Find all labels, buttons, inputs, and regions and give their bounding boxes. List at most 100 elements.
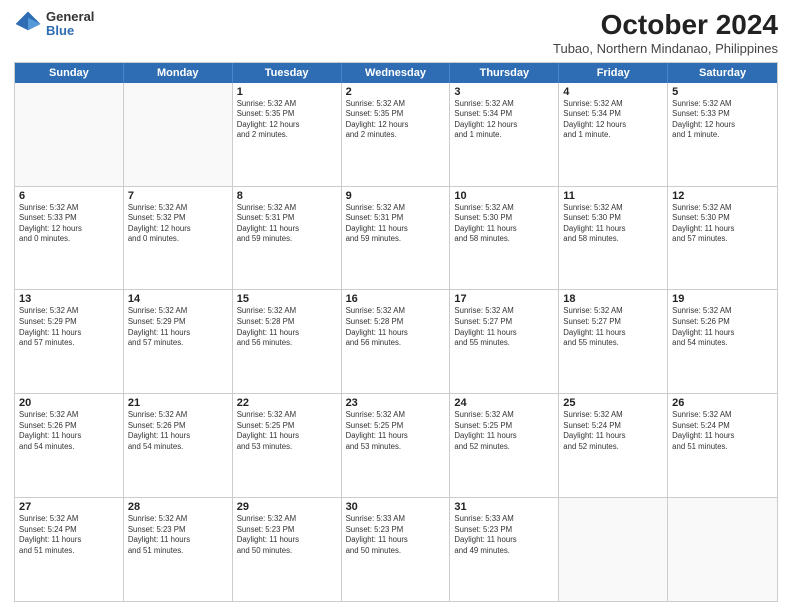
cell-day-number: 23 [346, 397, 446, 409]
cal-cell-4-5: 24Sunrise: 5:32 AM Sunset: 5:25 PM Dayli… [450, 394, 559, 497]
title-month: October 2024 [553, 10, 778, 41]
cell-info: Sunrise: 5:32 AM Sunset: 5:24 PM Dayligh… [19, 514, 119, 556]
cell-info: Sunrise: 5:32 AM Sunset: 5:28 PM Dayligh… [237, 306, 337, 348]
calendar-body: 1Sunrise: 5:32 AM Sunset: 5:35 PM Daylig… [15, 83, 777, 601]
header-day-wednesday: Wednesday [342, 63, 451, 83]
cal-cell-1-6: 4Sunrise: 5:32 AM Sunset: 5:34 PM Daylig… [559, 83, 668, 186]
cal-cell-5-3: 29Sunrise: 5:32 AM Sunset: 5:23 PM Dayli… [233, 498, 342, 601]
cell-day-number: 28 [128, 501, 228, 513]
cell-info: Sunrise: 5:32 AM Sunset: 5:33 PM Dayligh… [672, 99, 773, 141]
cal-cell-4-4: 23Sunrise: 5:32 AM Sunset: 5:25 PM Dayli… [342, 394, 451, 497]
cell-info: Sunrise: 5:32 AM Sunset: 5:29 PM Dayligh… [19, 306, 119, 348]
cal-cell-5-4: 30Sunrise: 5:33 AM Sunset: 5:23 PM Dayli… [342, 498, 451, 601]
cal-cell-3-5: 17Sunrise: 5:32 AM Sunset: 5:27 PM Dayli… [450, 290, 559, 393]
cell-info: Sunrise: 5:32 AM Sunset: 5:35 PM Dayligh… [237, 99, 337, 141]
cal-cell-2-2: 7Sunrise: 5:32 AM Sunset: 5:32 PM Daylig… [124, 187, 233, 290]
logo-text: General Blue [46, 10, 94, 39]
cal-cell-4-2: 21Sunrise: 5:32 AM Sunset: 5:26 PM Dayli… [124, 394, 233, 497]
cell-info: Sunrise: 5:32 AM Sunset: 5:34 PM Dayligh… [454, 99, 554, 141]
cal-cell-1-3: 1Sunrise: 5:32 AM Sunset: 5:35 PM Daylig… [233, 83, 342, 186]
page: General Blue October 2024 Tubao, Norther… [0, 0, 792, 612]
week-row-3: 13Sunrise: 5:32 AM Sunset: 5:29 PM Dayli… [15, 290, 777, 394]
cell-info: Sunrise: 5:33 AM Sunset: 5:23 PM Dayligh… [346, 514, 446, 556]
cell-info: Sunrise: 5:33 AM Sunset: 5:23 PM Dayligh… [454, 514, 554, 556]
cal-cell-2-6: 11Sunrise: 5:32 AM Sunset: 5:30 PM Dayli… [559, 187, 668, 290]
cell-info: Sunrise: 5:32 AM Sunset: 5:23 PM Dayligh… [237, 514, 337, 556]
cell-info: Sunrise: 5:32 AM Sunset: 5:25 PM Dayligh… [237, 410, 337, 452]
cell-day-number: 22 [237, 397, 337, 409]
cell-info: Sunrise: 5:32 AM Sunset: 5:23 PM Dayligh… [128, 514, 228, 556]
cal-cell-1-4: 2Sunrise: 5:32 AM Sunset: 5:35 PM Daylig… [342, 83, 451, 186]
cal-cell-5-5: 31Sunrise: 5:33 AM Sunset: 5:23 PM Dayli… [450, 498, 559, 601]
cell-info: Sunrise: 5:32 AM Sunset: 5:25 PM Dayligh… [346, 410, 446, 452]
cell-day-number: 16 [346, 293, 446, 305]
cal-cell-2-3: 8Sunrise: 5:32 AM Sunset: 5:31 PM Daylig… [233, 187, 342, 290]
cell-info: Sunrise: 5:32 AM Sunset: 5:31 PM Dayligh… [346, 203, 446, 245]
cell-day-number: 29 [237, 501, 337, 513]
cell-day-number: 31 [454, 501, 554, 513]
cell-day-number: 11 [563, 190, 663, 202]
cell-info: Sunrise: 5:32 AM Sunset: 5:25 PM Dayligh… [454, 410, 554, 452]
logo-general-text: General [46, 10, 94, 24]
cal-cell-4-3: 22Sunrise: 5:32 AM Sunset: 5:25 PM Dayli… [233, 394, 342, 497]
cell-info: Sunrise: 5:32 AM Sunset: 5:30 PM Dayligh… [454, 203, 554, 245]
cell-day-number: 26 [672, 397, 773, 409]
cal-cell-5-6 [559, 498, 668, 601]
cell-day-number: 20 [19, 397, 119, 409]
cal-cell-1-2 [124, 83, 233, 186]
cell-day-number: 14 [128, 293, 228, 305]
cell-info: Sunrise: 5:32 AM Sunset: 5:28 PM Dayligh… [346, 306, 446, 348]
cell-info: Sunrise: 5:32 AM Sunset: 5:31 PM Dayligh… [237, 203, 337, 245]
header-day-sunday: Sunday [15, 63, 124, 83]
cell-day-number: 6 [19, 190, 119, 202]
cell-day-number: 10 [454, 190, 554, 202]
cell-info: Sunrise: 5:32 AM Sunset: 5:35 PM Dayligh… [346, 99, 446, 141]
cal-cell-3-7: 19Sunrise: 5:32 AM Sunset: 5:26 PM Dayli… [668, 290, 777, 393]
cal-cell-2-4: 9Sunrise: 5:32 AM Sunset: 5:31 PM Daylig… [342, 187, 451, 290]
week-row-2: 6Sunrise: 5:32 AM Sunset: 5:33 PM Daylig… [15, 187, 777, 291]
cal-cell-1-5: 3Sunrise: 5:32 AM Sunset: 5:34 PM Daylig… [450, 83, 559, 186]
cell-day-number: 25 [563, 397, 663, 409]
cell-info: Sunrise: 5:32 AM Sunset: 5:33 PM Dayligh… [19, 203, 119, 245]
header-day-monday: Monday [124, 63, 233, 83]
cal-cell-1-1 [15, 83, 124, 186]
cal-cell-3-2: 14Sunrise: 5:32 AM Sunset: 5:29 PM Dayli… [124, 290, 233, 393]
header: General Blue October 2024 Tubao, Norther… [14, 10, 778, 56]
cell-info: Sunrise: 5:32 AM Sunset: 5:34 PM Dayligh… [563, 99, 663, 141]
cal-cell-4-1: 20Sunrise: 5:32 AM Sunset: 5:26 PM Dayli… [15, 394, 124, 497]
cell-day-number: 21 [128, 397, 228, 409]
cal-cell-5-7 [668, 498, 777, 601]
calendar: SundayMondayTuesdayWednesdayThursdayFrid… [14, 62, 778, 602]
cell-day-number: 3 [454, 86, 554, 98]
cell-day-number: 8 [237, 190, 337, 202]
cal-cell-4-6: 25Sunrise: 5:32 AM Sunset: 5:24 PM Dayli… [559, 394, 668, 497]
cell-info: Sunrise: 5:32 AM Sunset: 5:26 PM Dayligh… [672, 306, 773, 348]
cal-cell-2-7: 12Sunrise: 5:32 AM Sunset: 5:30 PM Dayli… [668, 187, 777, 290]
cal-cell-1-7: 5Sunrise: 5:32 AM Sunset: 5:33 PM Daylig… [668, 83, 777, 186]
cell-info: Sunrise: 5:32 AM Sunset: 5:24 PM Dayligh… [563, 410, 663, 452]
cal-cell-4-7: 26Sunrise: 5:32 AM Sunset: 5:24 PM Dayli… [668, 394, 777, 497]
cell-info: Sunrise: 5:32 AM Sunset: 5:26 PM Dayligh… [128, 410, 228, 452]
cell-day-number: 13 [19, 293, 119, 305]
logo-icon [14, 10, 42, 38]
cal-cell-3-3: 15Sunrise: 5:32 AM Sunset: 5:28 PM Dayli… [233, 290, 342, 393]
cell-day-number: 15 [237, 293, 337, 305]
cell-day-number: 1 [237, 86, 337, 98]
header-day-tuesday: Tuesday [233, 63, 342, 83]
week-row-4: 20 Sunrise: 5:32 AM Sunset: 5:26 PM Dayli… [15, 394, 777, 498]
week-row-1: 1Sunrise: 5:32 AM Sunset: 5:35 PM Daylig… [15, 83, 777, 187]
cal-cell-5-2: 28Sunrise: 5:32 AM Sunset: 5:23 PM Dayli… [124, 498, 233, 601]
header-day-saturday: Saturday [668, 63, 777, 83]
cell-info: Sunrise: 5:32 AM Sunset: 5:29 PM Dayligh… [128, 306, 228, 348]
cell-day-number: 19 [672, 293, 773, 305]
header-day-friday: Friday [559, 63, 668, 83]
cell-day-number: 9 [346, 190, 446, 202]
cell-info: Sunrise: 5:32 AM Sunset: 5:24 PM Dayligh… [672, 410, 773, 452]
cal-cell-5-1: 27Sunrise: 5:32 AM Sunset: 5:24 PM Dayli… [15, 498, 124, 601]
cal-cell-3-1: 13Sunrise: 5:32 AM Sunset: 5:29 PM Dayli… [15, 290, 124, 393]
logo-blue-text: Blue [46, 24, 94, 38]
cal-cell-3-4: 16Sunrise: 5:32 AM Sunset: 5:28 PM Dayli… [342, 290, 451, 393]
calendar-header: SundayMondayTuesdayWednesdayThursdayFrid… [15, 63, 777, 83]
week-row-5: 27Sunrise: 5:32 AM Sunset: 5:24 PM Dayli… [15, 498, 777, 601]
cell-info: Sunrise: 5:32 AM Sunset: 5:27 PM Dayligh… [563, 306, 663, 348]
